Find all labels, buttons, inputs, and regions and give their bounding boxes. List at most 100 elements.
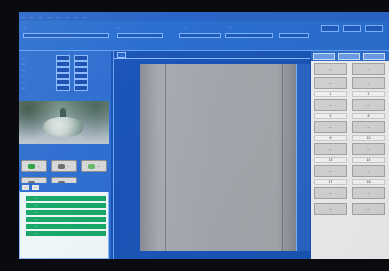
param-label: ...	[22, 62, 26, 66]
row-number-text: 18	[366, 180, 371, 184]
toolbar-label: ...	[23, 25, 27, 29]
leaf	[43, 117, 83, 137]
action-button[interactable]: ...	[81, 160, 107, 172]
toolbar-label: ...	[229, 25, 233, 29]
well-label: ...	[328, 67, 333, 71]
action-button[interactable]: ...	[51, 160, 77, 172]
toolbar-input[interactable]	[23, 33, 109, 38]
row-number: 14	[352, 157, 385, 163]
tree-tab[interactable]: ...	[22, 185, 30, 190]
menu-item[interactable]: ...	[65, 14, 69, 19]
stop-icon	[57, 163, 65, 169]
well-label: ...	[366, 125, 371, 129]
row-number-text: 10	[366, 136, 371, 140]
plate-well[interactable]: ...	[314, 165, 347, 177]
row-number: 18	[352, 179, 385, 185]
plate-well[interactable]: ...	[352, 121, 385, 133]
plate-well[interactable]: ...	[352, 187, 385, 199]
tree-tab[interactable]: ...	[32, 185, 40, 190]
row-number: 5	[314, 113, 347, 119]
plate-well[interactable]: ...	[314, 99, 347, 111]
param-label: ...	[22, 56, 26, 60]
toolbar-input[interactable]	[117, 33, 163, 38]
record-icon	[87, 163, 95, 169]
toolbar-button[interactable]	[343, 25, 361, 32]
row-number: 1	[314, 91, 347, 97]
x-axis	[140, 251, 296, 259]
well-label: ...	[366, 147, 371, 151]
row-number: 2	[352, 91, 385, 97]
action-button[interactable]: ...	[21, 160, 47, 172]
toolbar-input[interactable]	[279, 33, 309, 38]
menu-item[interactable]: ...	[39, 14, 43, 19]
tree-item[interactable]: ...	[26, 196, 106, 201]
toolbar-button[interactable]	[365, 25, 383, 32]
row-number: 10	[352, 135, 385, 141]
chart-right-rail[interactable]	[296, 64, 310, 251]
well-label: ...	[366, 103, 371, 107]
button-label: ...	[36, 164, 41, 168]
plot-guide-line	[282, 64, 283, 251]
plate-well[interactable]: ...	[314, 203, 347, 215]
plate-grid-panel: ... ... ... ... 1 2 ... ... 5 6 ... ... …	[311, 51, 389, 259]
play-icon	[27, 163, 35, 169]
plate-well[interactable]: ...	[314, 121, 347, 133]
plate-well[interactable]: ...	[314, 143, 347, 155]
plate-well[interactable]: ...	[352, 77, 385, 89]
button-label: ...	[66, 164, 71, 168]
well-label: ...	[366, 81, 371, 85]
plate-well[interactable]: ...	[352, 143, 385, 155]
menu-item[interactable]: ...	[47, 14, 51, 19]
tree-item-label: ...	[34, 217, 38, 221]
row-number-text: 2	[367, 92, 370, 96]
menu-item[interactable]: ...	[74, 14, 78, 19]
param-input[interactable]	[56, 85, 70, 91]
preview-image	[19, 101, 109, 144]
well-label: ...	[328, 81, 333, 85]
row-number-text: 6	[367, 114, 370, 118]
param-input[interactable]	[74, 85, 88, 91]
menu-item[interactable]: ...	[21, 14, 25, 19]
well-label: ...	[366, 67, 371, 71]
plate-well[interactable]: ...	[352, 63, 385, 75]
plate-well[interactable]: ...	[314, 187, 347, 199]
param-label: ...	[22, 86, 26, 90]
grid-toggle[interactable]	[338, 52, 360, 60]
plate-well[interactable]: ...	[314, 77, 347, 89]
plate-well[interactable]: ...	[314, 63, 347, 75]
row-number: 17	[314, 179, 347, 185]
param-row: ...	[22, 85, 108, 91]
tree-item[interactable]: ...	[26, 203, 106, 208]
toolbar-input[interactable]	[179, 33, 221, 38]
row-number-text: 9	[329, 136, 332, 140]
row-number-text: 1	[329, 92, 332, 96]
menu-item[interactable]: ...	[30, 14, 34, 19]
menu-item[interactable]: ...	[56, 14, 60, 19]
well-label: ...	[366, 191, 371, 195]
chart-tab[interactable]: ...	[117, 52, 127, 58]
plate-grid: ... ... ... ... 1 2 ... ... 5 6 ... ... …	[314, 63, 389, 259]
well-label: ...	[328, 147, 333, 151]
plate-well[interactable]: ...	[352, 165, 385, 177]
tree-item[interactable]: ...	[26, 231, 106, 236]
tree-item-label: ...	[34, 203, 38, 207]
well-label: ...	[366, 207, 371, 211]
menu-item[interactable]: ...	[83, 14, 87, 19]
well-label: ...	[328, 125, 333, 129]
row-number: 6	[352, 113, 385, 119]
tree-item[interactable]: ...	[26, 217, 106, 222]
chart-tabbar: ...	[114, 51, 310, 59]
toolbar: ... ... ... ...	[19, 21, 389, 51]
plate-well[interactable]: ...	[352, 203, 385, 215]
plot-area[interactable]	[140, 64, 296, 251]
grid-toggle[interactable]	[313, 52, 335, 60]
toolbar-button[interactable]	[321, 25, 339, 32]
button-label: ...	[96, 164, 101, 168]
menu-bar: ... ... ... ... ... ... ... ...	[19, 12, 389, 21]
tree-item[interactable]: ...	[26, 224, 106, 229]
plate-well[interactable]: ...	[352, 99, 385, 111]
row-number-text: 17	[328, 180, 333, 184]
grid-toggle[interactable]	[363, 52, 385, 60]
toolbar-input[interactable]	[225, 33, 273, 38]
tree-item[interactable]: ...	[26, 210, 106, 215]
